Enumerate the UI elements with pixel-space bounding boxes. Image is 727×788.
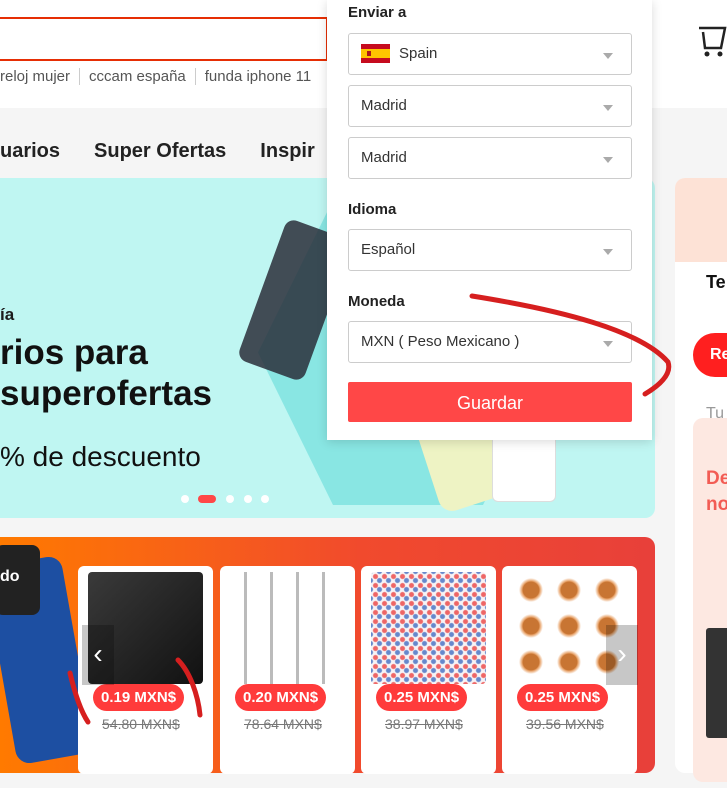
right-card-title: Te: [706, 272, 726, 292]
chevron-down-icon: [603, 105, 613, 111]
chevron-down-icon: [603, 341, 613, 347]
banner-subtitle: % de descuento: [0, 441, 201, 472]
right-promo-image: [706, 628, 727, 738]
right-card-header: [675, 178, 727, 262]
banner-headline-1: rios para: [0, 333, 148, 372]
carousel-dot[interactable]: [261, 495, 269, 503]
carousel-dot[interactable]: [244, 495, 252, 503]
save-button[interactable]: Guardar: [348, 382, 632, 422]
ship-to-label: Enviar a: [348, 4, 407, 21]
deal-old-price: 39.56 MXN$: [526, 716, 604, 732]
carousel-dot[interactable]: [181, 495, 189, 503]
right-promo-eyebrow: Tu: [706, 405, 725, 422]
suggestion-link[interactable]: cccam españa: [79, 68, 195, 85]
banner-eyebrow: ía: [0, 305, 15, 324]
right-promo-title-line: De: [706, 468, 727, 489]
spain-flag-icon: [361, 44, 390, 63]
search-suggestions: reloj mujer cccam españa funda iphone 11: [0, 68, 320, 90]
category-nav: uarios Super Ofertas Inspir: [0, 140, 349, 163]
carousel-dot-active[interactable]: [198, 495, 216, 503]
chevron-down-icon: [603, 157, 613, 163]
deal-price: 0.19 MXN$: [93, 684, 185, 711]
region-select[interactable]: Madrid: [348, 85, 632, 127]
ship-to-popup: Enviar a Spain Madrid Madrid Idioma Espa…: [327, 0, 652, 440]
deals-label: do: [0, 568, 20, 585]
deal-old-price: 54.80 MXN$: [102, 716, 180, 732]
drill-bits-image: [230, 572, 345, 684]
currency-select[interactable]: MXN ( Peso Mexicano ): [348, 321, 632, 363]
right-promo-title: De no: [706, 466, 727, 518]
rhinestones-image: [371, 572, 486, 684]
carousel-dot[interactable]: [226, 495, 234, 503]
search-input[interactable]: [0, 17, 328, 61]
cart-icon[interactable]: [695, 18, 727, 58]
chevron-right-icon[interactable]: ›: [606, 625, 638, 685]
deal-old-price: 38.97 MXN$: [385, 716, 463, 732]
banner-headline-2: superofertas: [0, 374, 213, 413]
region-value: Madrid: [361, 97, 407, 114]
chevron-down-icon: [603, 249, 613, 255]
language-label: Idioma: [348, 201, 397, 218]
deal-card[interactable]: 0.25 MXN$ 38.97 MXN$: [361, 566, 496, 774]
nav-item[interactable]: Inspir: [260, 140, 314, 162]
language-value: Español: [361, 241, 416, 258]
chevron-down-icon: [603, 53, 613, 59]
country-value: Spain: [399, 45, 438, 62]
city-select[interactable]: Madrid: [348, 137, 632, 179]
language-select[interactable]: Español: [348, 229, 632, 271]
deal-price: 0.20 MXN$: [235, 684, 327, 711]
suggestion-link[interactable]: reloj mujer: [0, 68, 79, 85]
nav-item-super-ofertas[interactable]: Super Ofertas: [94, 140, 226, 162]
right-promo-title-line: no: [706, 494, 727, 515]
currency-label: Moneda: [348, 293, 405, 310]
deal-price: 0.25 MXN$: [517, 684, 609, 711]
suggestion-link[interactable]: funda iphone 11: [194, 68, 321, 85]
currency-value: MXN ( Peso Mexicano ): [361, 333, 520, 350]
city-value: Madrid: [361, 149, 407, 166]
deal-old-price: 78.64 MXN$: [244, 716, 322, 732]
chevron-left-icon[interactable]: ‹: [82, 625, 114, 685]
deal-price: 0.25 MXN$: [376, 684, 468, 711]
nav-item[interactable]: uarios: [0, 140, 60, 162]
country-select[interactable]: Spain: [348, 33, 632, 75]
deal-card[interactable]: 0.20 MXN$ 78.64 MXN$: [220, 566, 355, 774]
